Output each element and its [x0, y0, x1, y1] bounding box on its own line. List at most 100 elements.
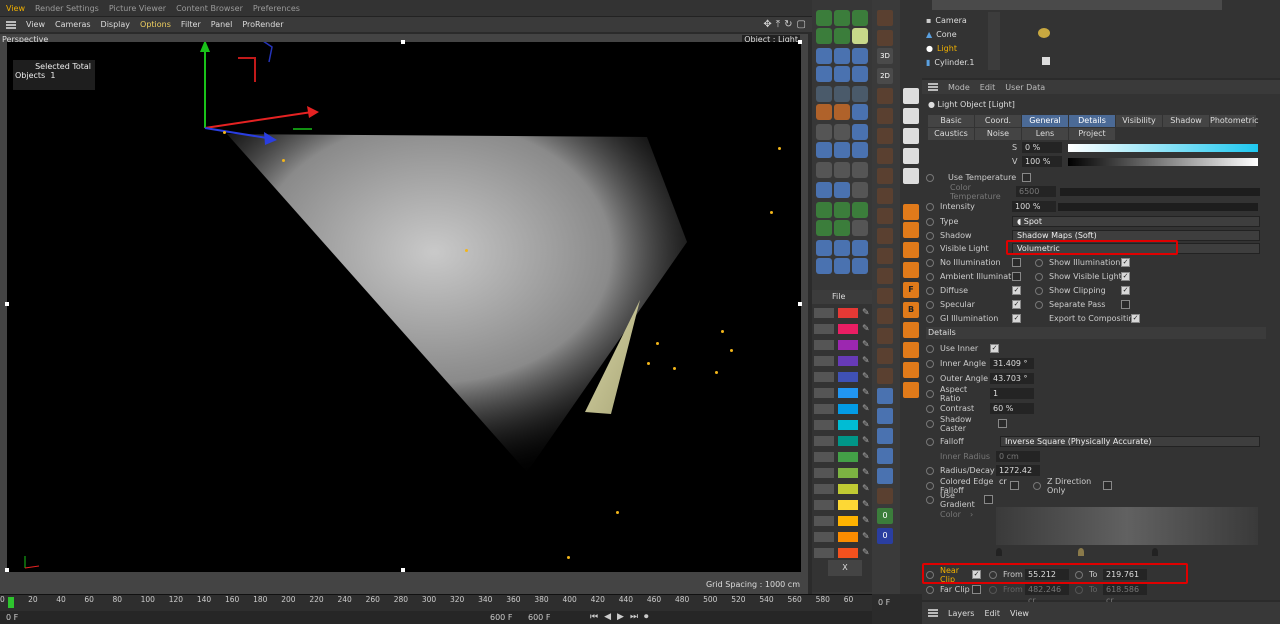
null-icon[interactable]: [834, 86, 850, 102]
material-swatch[interactable]: [838, 404, 858, 414]
rotate-view-icon[interactable]: ↻: [784, 19, 792, 30]
null-icon[interactable]: [852, 86, 868, 102]
material-thumb[interactable]: [814, 548, 834, 558]
tab-basic[interactable]: Basic: [928, 115, 974, 127]
f-icon[interactable]: F: [903, 282, 919, 298]
light-icon[interactable]: [834, 162, 850, 178]
edit-material-icon[interactable]: ✎: [862, 484, 870, 494]
light-icon[interactable]: [816, 162, 832, 178]
color-temperature-slider[interactable]: [1060, 187, 1260, 196]
material-swatch[interactable]: [838, 532, 858, 542]
edit-material-icon[interactable]: ✎: [862, 308, 870, 318]
file-menu[interactable]: File: [832, 292, 845, 301]
primitive-icon[interactable]: [816, 66, 832, 82]
tag-icon[interactable]: [852, 182, 868, 198]
material-swatch[interactable]: [838, 340, 858, 350]
anim-dot[interactable]: [926, 272, 934, 281]
instance-icon[interactable]: [852, 258, 868, 274]
outer-angle-field[interactable]: 43.703 °: [990, 373, 1034, 384]
mograph-icon[interactable]: [834, 220, 850, 236]
tool-icon[interactable]: [877, 208, 893, 224]
material-row[interactable]: ✎: [814, 356, 870, 368]
v-field[interactable]: 100 %: [1022, 156, 1062, 167]
edit-material-icon[interactable]: ✎: [862, 420, 870, 430]
material-swatch[interactable]: [838, 388, 858, 398]
vp-menu-display[interactable]: Display: [101, 20, 131, 29]
edit-material-icon[interactable]: ✎: [862, 388, 870, 398]
vp-menu-prorender[interactable]: ProRender: [242, 20, 283, 29]
material-row[interactable]: ✎: [814, 548, 870, 560]
mograph-icon[interactable]: [852, 202, 868, 218]
tool-icon[interactable]: [877, 348, 893, 364]
tool-icon[interactable]: [877, 188, 893, 204]
playhead[interactable]: [8, 597, 14, 608]
material-thumb[interactable]: [814, 500, 834, 510]
anim-dot[interactable]: [926, 300, 934, 309]
gi-illumination-checkbox[interactable]: ✓: [1012, 314, 1021, 323]
anim-dot[interactable]: [926, 217, 934, 226]
mograph-icon[interactable]: [816, 202, 832, 218]
specular-checkbox[interactable]: ✓: [1012, 300, 1021, 309]
vp-menu-options[interactable]: Options: [140, 20, 171, 29]
instance-icon[interactable]: [834, 240, 850, 256]
material-thumb[interactable]: [814, 372, 834, 382]
b-icon[interactable]: B: [903, 302, 919, 318]
material-swatch[interactable]: [838, 308, 858, 318]
use-gradient-checkbox[interactable]: [984, 495, 993, 504]
material-swatch[interactable]: [838, 516, 858, 526]
ambient-illumination-checkbox[interactable]: [1012, 272, 1021, 281]
tool-icon[interactable]: [877, 428, 893, 444]
vp-menu-panel[interactable]: Panel: [211, 20, 233, 29]
snap-icon[interactable]: [877, 88, 893, 104]
spline-tool-icon[interactable]: [834, 10, 850, 26]
edit-material-icon[interactable]: ✎: [862, 324, 870, 334]
menu-view[interactable]: View: [1010, 609, 1029, 618]
scene-icon[interactable]: [852, 142, 868, 158]
instance-icon[interactable]: [816, 258, 832, 274]
edit-material-icon[interactable]: ✎: [862, 500, 870, 510]
material-thumb[interactable]: [814, 308, 834, 318]
primitive-icon[interactable]: [852, 48, 868, 64]
tag-icon[interactable]: [834, 182, 850, 198]
material-row[interactable]: ✎: [814, 340, 870, 352]
anim-dot[interactable]: [926, 244, 934, 253]
panel-icon[interactable]: [903, 108, 919, 124]
tab-details[interactable]: Details: [1069, 115, 1115, 127]
edit-material-icon[interactable]: ✎: [862, 516, 870, 526]
anim-dot[interactable]: [926, 437, 934, 446]
instance-icon[interactable]: [816, 240, 832, 256]
arrow-left-icon[interactable]: [903, 242, 919, 258]
edit-material-icon[interactable]: ✎: [862, 436, 870, 446]
material-thumb[interactable]: [814, 388, 834, 398]
camera-icon[interactable]: [852, 124, 868, 140]
contrast-field[interactable]: 60 %: [990, 403, 1034, 414]
move-view-icon[interactable]: ✥: [763, 19, 771, 30]
nurbs-tool-icon[interactable]: [852, 10, 868, 26]
material-row[interactable]: ✎: [814, 372, 870, 384]
material-thumb[interactable]: [814, 484, 834, 494]
material-swatch[interactable]: [838, 436, 858, 446]
material-swatch[interactable]: [838, 452, 858, 462]
material-row[interactable]: ✎: [814, 404, 870, 416]
gradient-knot[interactable]: [1152, 548, 1158, 556]
tool-icon[interactable]: [877, 368, 893, 384]
anim-dot[interactable]: [926, 286, 934, 295]
object-icon[interactable]: [903, 382, 919, 398]
menu-edit[interactable]: Edit: [980, 83, 996, 92]
hamburger-icon[interactable]: [6, 20, 16, 29]
material-swatch[interactable]: [838, 356, 858, 366]
tab-lens[interactable]: Lens: [1022, 128, 1068, 140]
export-to-compositing-checkbox[interactable]: ✓: [1131, 314, 1140, 323]
anim-dot[interactable]: [1035, 258, 1043, 267]
gradient-knot[interactable]: [996, 548, 1002, 556]
tab-shadow[interactable]: Shadow: [1163, 115, 1209, 127]
anim-dot[interactable]: [926, 344, 934, 353]
material-thumb[interactable]: [814, 356, 834, 366]
anim-dot[interactable]: [926, 404, 934, 413]
edit-material-icon[interactable]: ✎: [862, 532, 870, 542]
menu-user-data[interactable]: User Data: [1005, 83, 1045, 92]
tool-icon[interactable]: [877, 308, 893, 324]
material-thumb[interactable]: [814, 516, 834, 526]
gradient-knot[interactable]: [1078, 548, 1084, 556]
primitive-icon[interactable]: [834, 48, 850, 64]
